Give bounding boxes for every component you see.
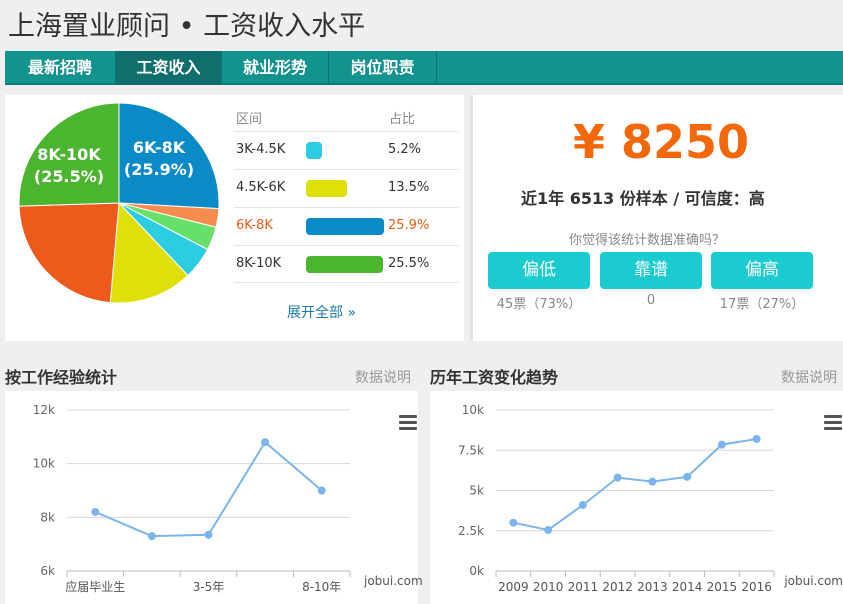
table-header-pct: 占比 [389,112,416,127]
tab-latest-jobs[interactable]: 最新招聘 [5,51,116,85]
series-line [513,437,757,532]
data-point[interactable] [613,473,622,482]
y-tick-label: 6k [40,564,55,578]
average-salary-panel: ¥ 8250 近1年 6513 份样本 / 可信度：高 你觉得该统计数据准确吗？… [470,95,843,341]
y-tick-label: 2.5k [458,524,484,538]
trend-chart-panel: 0k 2.5k 5k 7.5k 10k 2009 2010 2011 2012 2013 2014 2… [430,391,843,604]
vote-low-button[interactable]: 偏低 [488,252,590,289]
trend-data-note-link[interactable]: 数据说明 [781,367,837,387]
pie-slice [19,202,120,303]
page-title: 上海置业顾问 • 工资收入水平 [8,11,366,42]
trend-line-chart: 0k2.5k5k7.5k10k2009 2010 2011 2012 2013 2014 2… [458,403,775,594]
data-point[interactable] [261,438,270,447]
pie-data-label: (25.9%) [124,160,194,179]
vote-accurate-button[interactable]: 靠谱 [600,252,702,289]
pie-data-label: (25.5%) [34,167,104,186]
watermark: jobui.com [364,574,423,588]
range-bar [306,218,384,235]
table-row: 4.5K-6K 13.5% [234,169,459,207]
salary-distribution-panel: 6K-8K (25.9%) 8K-10K (25.5%) 区间 占比 3K-4.5K … [5,95,464,341]
y-tick-label: 12k [33,403,55,417]
data-point[interactable] [752,434,761,443]
table-row: 3K-4.5K 5.2% [234,131,459,169]
experience-chart-panel: 6k 8k 10k 12k 应届毕业生 3-5年 8-10年 [5,391,418,604]
x-tick-label: 3-5年 [193,580,225,594]
range-bar [306,142,322,159]
hamburger-menu-icon[interactable] [399,415,417,431]
expand-all-link[interactable]: 展开全部 » [287,302,356,322]
average-salary: ¥ 8250 [573,115,750,169]
salary-pie-chart: 6K-8K (25.9%) 8K-10K (25.5%) [19,103,219,303]
sample-info: 近1年 6513 份样本 / 可信度：高 [521,189,765,208]
hamburger-menu-icon[interactable] [824,415,842,431]
data-point[interactable] [91,507,100,516]
pie-data-label: 6K-8K [133,138,186,157]
range-pct: 25.9% [388,218,430,233]
data-point[interactable] [147,532,156,541]
data-point[interactable] [544,525,553,534]
range-label: 4.5K-6K [236,180,286,195]
y-tick-label: 7.5k [458,443,484,457]
range-label: 8K-10K [236,256,282,271]
range-label: 6K-8K [236,218,273,233]
vote-low-count: 45票（73%） [496,297,582,312]
range-pct: 5.2% [388,142,422,157]
range-bar [306,180,347,197]
vote-high-button[interactable]: 偏高 [711,252,813,289]
y-tick-label: 8k [40,510,55,524]
range-pct: 13.5% [388,180,430,195]
experience-section-title: 按工作经验统计 [5,368,118,387]
table-row: 8K-10K 25.5% [234,245,459,283]
y-tick-label: 10k [462,403,484,417]
y-tick-label: 10k [33,457,55,471]
experience-data-note-link[interactable]: 数据说明 [355,367,411,387]
data-point[interactable] [578,500,587,509]
series-line [94,440,323,538]
data-point[interactable] [204,530,213,539]
tab-employment[interactable]: 就业形势 [222,51,329,85]
vote-high-count: 17票（27%） [719,297,805,312]
x-tick-label: 8-10年 [302,580,341,594]
table-header-range: 区间 [236,112,263,127]
table-row: 6K-8K 25.9% [234,207,459,245]
data-point[interactable] [648,477,657,486]
data-point[interactable] [509,518,518,527]
data-point[interactable] [683,472,692,481]
data-point[interactable] [317,486,326,495]
experience-line-chart: 6k 8k 10k 12k 应届毕业生 3-5年 8-10年 [33,403,351,594]
trend-section-title: 历年工资变化趋势 [430,368,559,387]
tab-salary[interactable]: 工资收入 [116,51,222,85]
range-pct: 25.5% [388,256,430,271]
accuracy-question: 你觉得该统计数据准确吗？ [569,233,726,248]
range-label: 3K-4.5K [236,142,286,157]
x-tick-label: 应届毕业生 [65,579,125,594]
tab-job-duties[interactable]: 岗位职责 [329,51,437,85]
pie-data-label: 8K-10K [37,145,101,164]
data-point[interactable] [717,440,726,449]
y-tick-label: 5k [469,484,484,498]
nav-tabs: 最新招聘 工资收入 就业形势 岗位职责 [5,51,843,85]
vote-accurate-count: 0 [646,293,656,308]
range-bar [306,256,383,273]
